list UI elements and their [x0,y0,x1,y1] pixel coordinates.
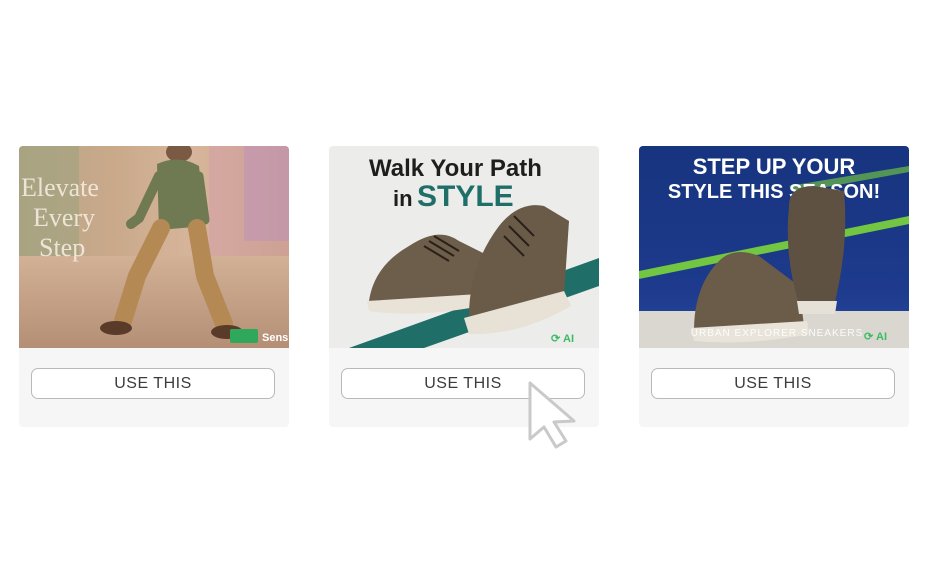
headline-line: Walk Your Path [369,155,542,182]
headline-line: STEP UP YOUR [693,154,856,179]
template-card-3: STEP UP YOUR STYLE THIS SEASON! URBAN EX… [639,146,909,427]
svg-text:⟳: ⟳ [551,333,561,345]
mouse-pointer-icon [528,381,576,449]
back-sneaker [787,186,846,314]
template-card-1: Elevate Every Step Sens USE THIS [19,146,289,427]
svg-text:⟳: ⟳ [864,331,874,343]
headline-emphasis: STYLE [417,180,514,213]
use-this-button-1[interactable]: USE THIS [31,368,275,399]
headline-line: STYLE THIS SEASON! [668,181,880,203]
template-preview-image-2[interactable]: Walk Your Path in STYLE ⟳ AI [329,146,599,348]
brand-logo: ⟳ AI [551,333,574,345]
caption: URBAN EXPLORER SNEAKERS [691,328,864,339]
template-preview-image-3[interactable]: STEP UP YOUR STYLE THIS SEASON! URBAN EX… [639,146,909,348]
headline-line: Every [33,203,95,232]
brand-label: AI [876,331,887,343]
use-this-button-3[interactable]: USE THIS [651,368,895,399]
headline-line: Elevate [21,173,99,202]
headline-line: Step [39,233,85,262]
brand-label: Sens [262,332,288,344]
headline-prefix: in [393,186,413,211]
template-preview-image-1[interactable]: Elevate Every Step Sens [19,146,289,348]
brand-logo: ⟳ AI [864,331,887,343]
brand-label: AI [563,333,574,345]
